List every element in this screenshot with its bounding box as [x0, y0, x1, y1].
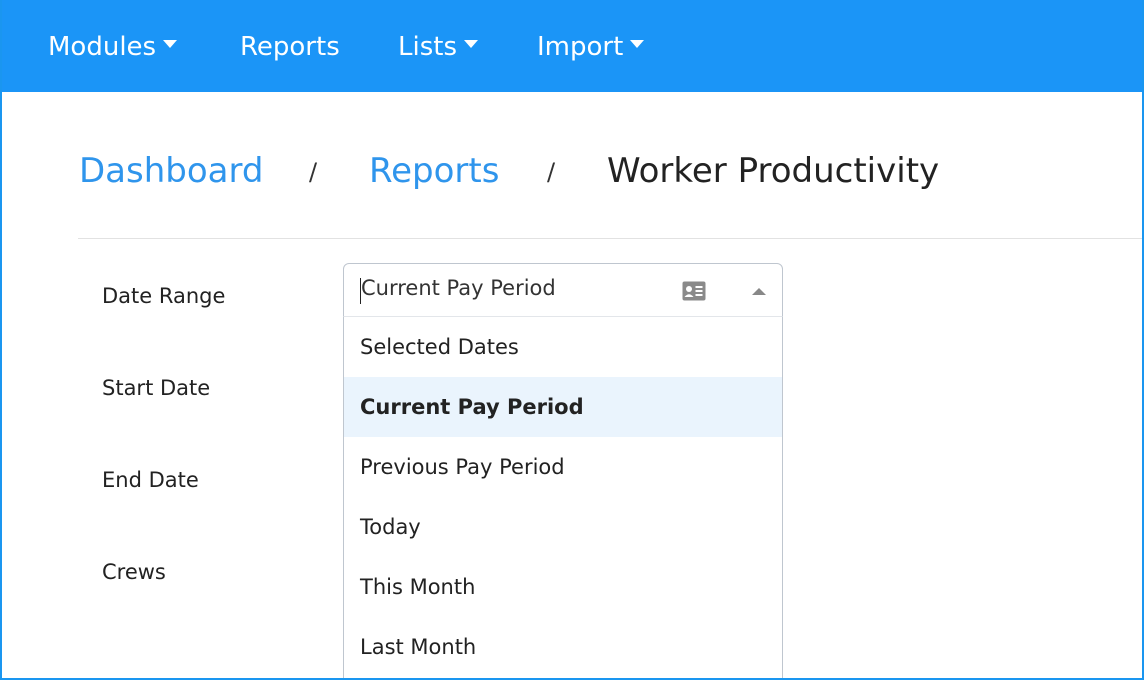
breadcrumb-separator: /	[547, 158, 556, 186]
breadcrumb-separator: /	[309, 158, 318, 186]
nav-import-label: Import	[537, 32, 624, 62]
nav-reports-label: Reports	[240, 32, 340, 62]
nav-import[interactable]: Import	[537, 27, 645, 67]
option-previous-pay-period[interactable]: Previous Pay Period	[344, 437, 782, 497]
end-date-label: End Date	[102, 468, 199, 492]
breadcrumb-reports[interactable]: Reports	[369, 148, 499, 194]
option-last-month[interactable]: Last Month	[344, 617, 782, 677]
option-this-month[interactable]: This Month	[344, 557, 782, 617]
text-cursor	[360, 278, 361, 304]
nav-lists-label: Lists	[398, 32, 457, 62]
nav-lists[interactable]: Lists	[398, 27, 478, 67]
caret-up-icon[interactable]	[752, 288, 766, 295]
nav-modules[interactable]: Modules	[48, 27, 178, 67]
date-range-label: Date Range	[102, 284, 226, 308]
crews-label: Crews	[102, 560, 166, 584]
breadcrumb-dashboard[interactable]: Dashboard	[79, 148, 263, 194]
header-divider	[78, 238, 1142, 239]
date-range-value: Current Pay Period	[361, 276, 556, 300]
date-range-select[interactable]: Current Pay Period	[343, 263, 783, 317]
caret-down-icon	[163, 39, 178, 48]
top-navbar: Modules Reports Lists Import	[2, 0, 1142, 92]
id-card-icon	[682, 281, 706, 301]
nav-reports[interactable]: Reports	[240, 27, 340, 67]
page-title: Worker Productivity	[607, 151, 940, 191]
start-date-label: Start Date	[102, 376, 211, 400]
app-window: Modules Reports Lists Import Dashboard /…	[0, 0, 1144, 680]
option-current-pay-period[interactable]: Current Pay Period	[344, 377, 782, 437]
caret-down-icon	[464, 39, 478, 48]
option-today[interactable]: Today	[344, 497, 782, 557]
nav-modules-label: Modules	[48, 32, 157, 62]
date-range-options: Selected Dates Current Pay Period Previo…	[343, 316, 783, 678]
option-selected-dates[interactable]: Selected Dates	[344, 317, 782, 377]
caret-down-icon	[630, 39, 645, 48]
